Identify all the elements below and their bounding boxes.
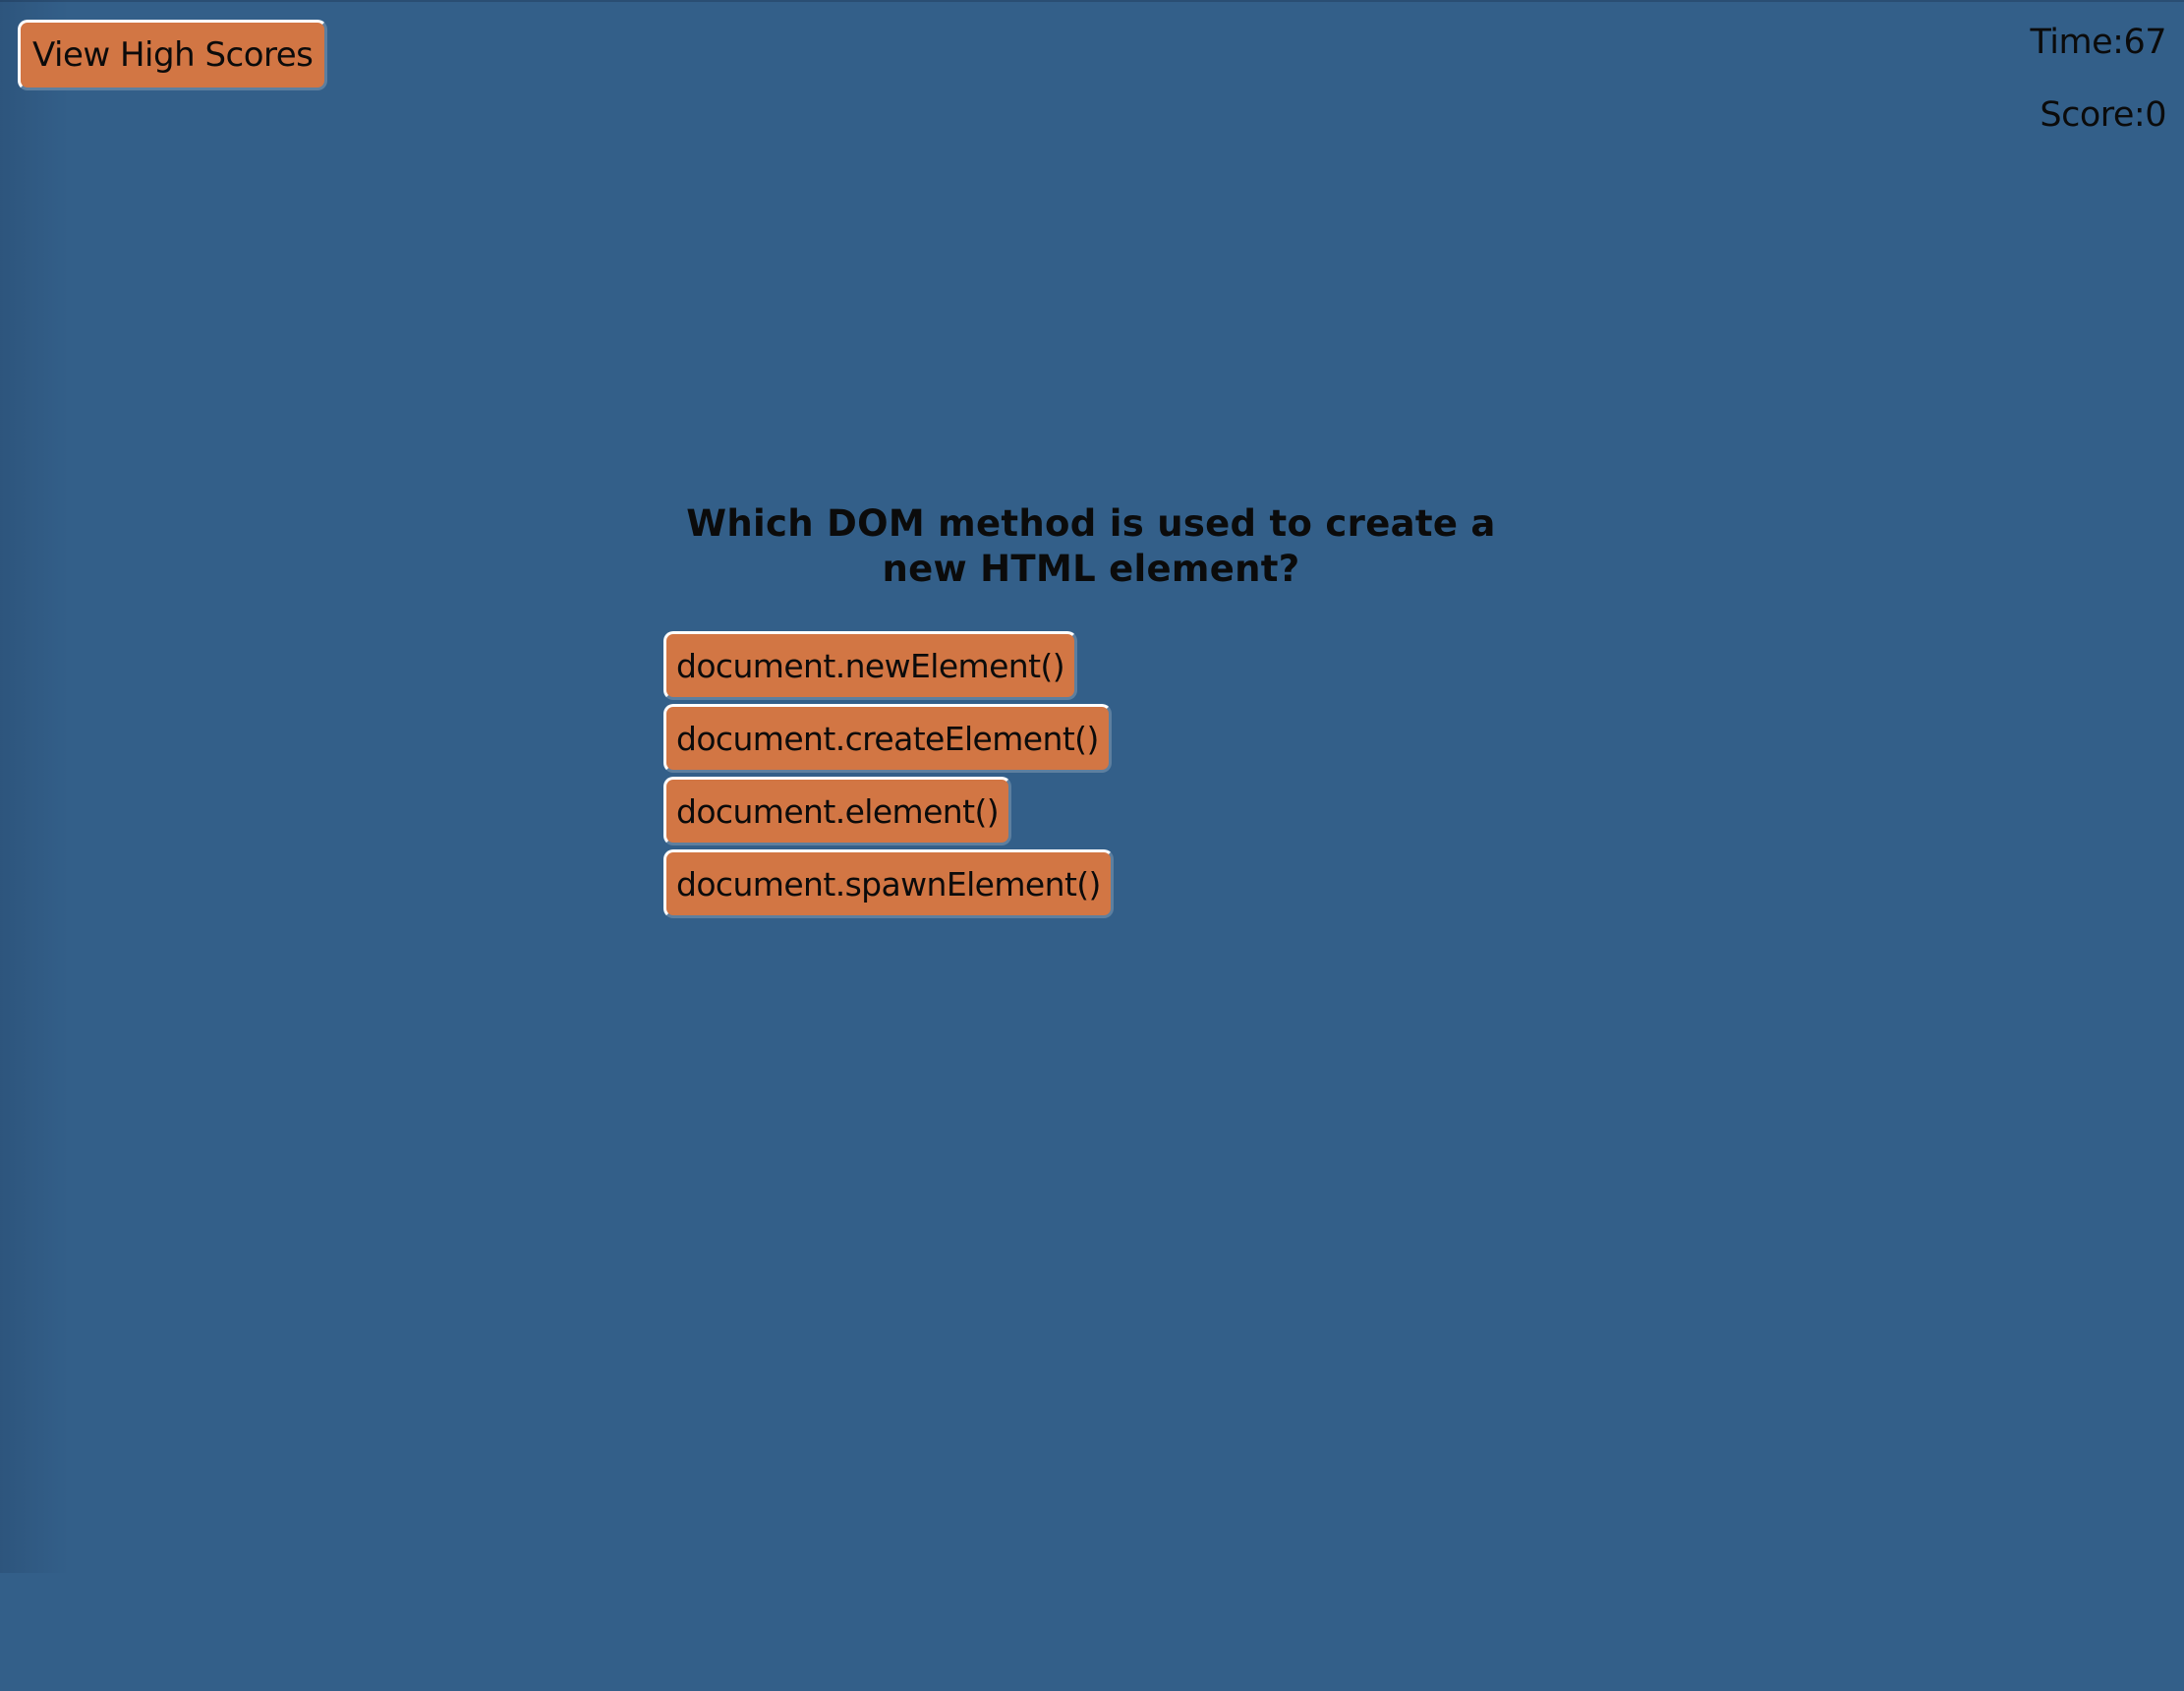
question-line-2: new HTML element? bbox=[882, 548, 1300, 590]
top-border bbox=[0, 0, 2184, 2]
timer-label: Time: bbox=[2030, 23, 2124, 62]
timer-value: 67 bbox=[2123, 23, 2166, 62]
quiz-panel: Which DOM method is used to create a new… bbox=[663, 501, 1519, 918]
game-stats: Time:67 Score:0 bbox=[2031, 20, 2167, 165]
answer-button-1[interactable]: document.newElement() bbox=[663, 631, 1077, 700]
answer-button-3[interactable]: document.element() bbox=[663, 777, 1012, 846]
answer-button-4[interactable]: document.spawnElement() bbox=[663, 849, 1114, 918]
view-high-scores-button[interactable]: View High Scores bbox=[18, 20, 328, 90]
answer-list: document.newElement() document.createEle… bbox=[663, 631, 1519, 918]
question-line-1: Which DOM method is used to create a bbox=[686, 502, 1496, 545]
timer: Time:67 bbox=[2031, 20, 2167, 92]
score-label: Score: bbox=[2040, 95, 2146, 135]
question-text: Which DOM method is used to create a new… bbox=[663, 501, 1519, 592]
score-value: 0 bbox=[2145, 95, 2166, 135]
answer-button-2[interactable]: document.createElement() bbox=[663, 704, 1112, 773]
score: Score:0 bbox=[2031, 92, 2166, 165]
left-edge-shade bbox=[0, 0, 69, 1573]
